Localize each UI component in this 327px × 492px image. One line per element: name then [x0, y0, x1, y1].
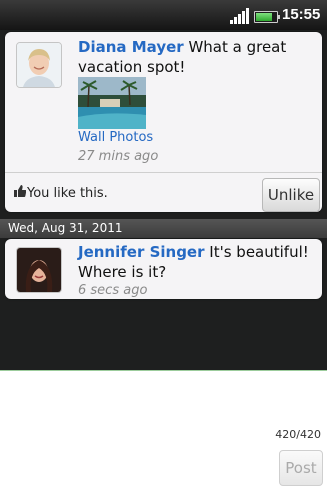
like-status: You like this.: [27, 186, 108, 201]
character-counter: 420/420: [275, 428, 321, 441]
unlike-button[interactable]: Unlike: [262, 178, 320, 212]
date-section-header: Wed, Aug 31, 2011: [0, 219, 327, 238]
feed-item-jennifer[interactable]: Jennifer Singer It's beautiful! Where is…: [5, 239, 322, 299]
vacation-photo-thumbnail[interactable]: [78, 77, 146, 129]
comment-input[interactable]: [0, 371, 327, 419]
signal-strength-icon: [230, 8, 250, 24]
comment-composer: 420/420 Post: [0, 370, 327, 492]
status-bar: 15:55: [0, 0, 327, 30]
avatar-jennifer[interactable]: [16, 247, 62, 293]
post-timestamp: 27 mins ago: [78, 149, 159, 164]
battery-icon: [254, 11, 280, 23]
like-bar: You like this. Unlike: [5, 172, 322, 213]
feed-item-diana[interactable]: Diana Mayer What a great vacation spot! …: [5, 32, 322, 212]
author-name-jennifer[interactable]: Jennifer Singer: [78, 243, 205, 261]
avatar-diana[interactable]: [16, 42, 62, 88]
comment-timestamp: 6 secs ago: [78, 283, 148, 298]
thumbs-up-icon: [14, 185, 26, 197]
album-link[interactable]: Wall Photos: [78, 130, 153, 145]
status-clock: 15:55: [282, 6, 321, 23]
post-message: Diana Mayer What a great vacation spot!: [78, 37, 310, 77]
post-button[interactable]: Post: [279, 450, 323, 486]
author-name-diana[interactable]: Diana Mayer: [78, 38, 184, 56]
comment-message: Jennifer Singer It's beautiful! Where is…: [78, 242, 314, 282]
